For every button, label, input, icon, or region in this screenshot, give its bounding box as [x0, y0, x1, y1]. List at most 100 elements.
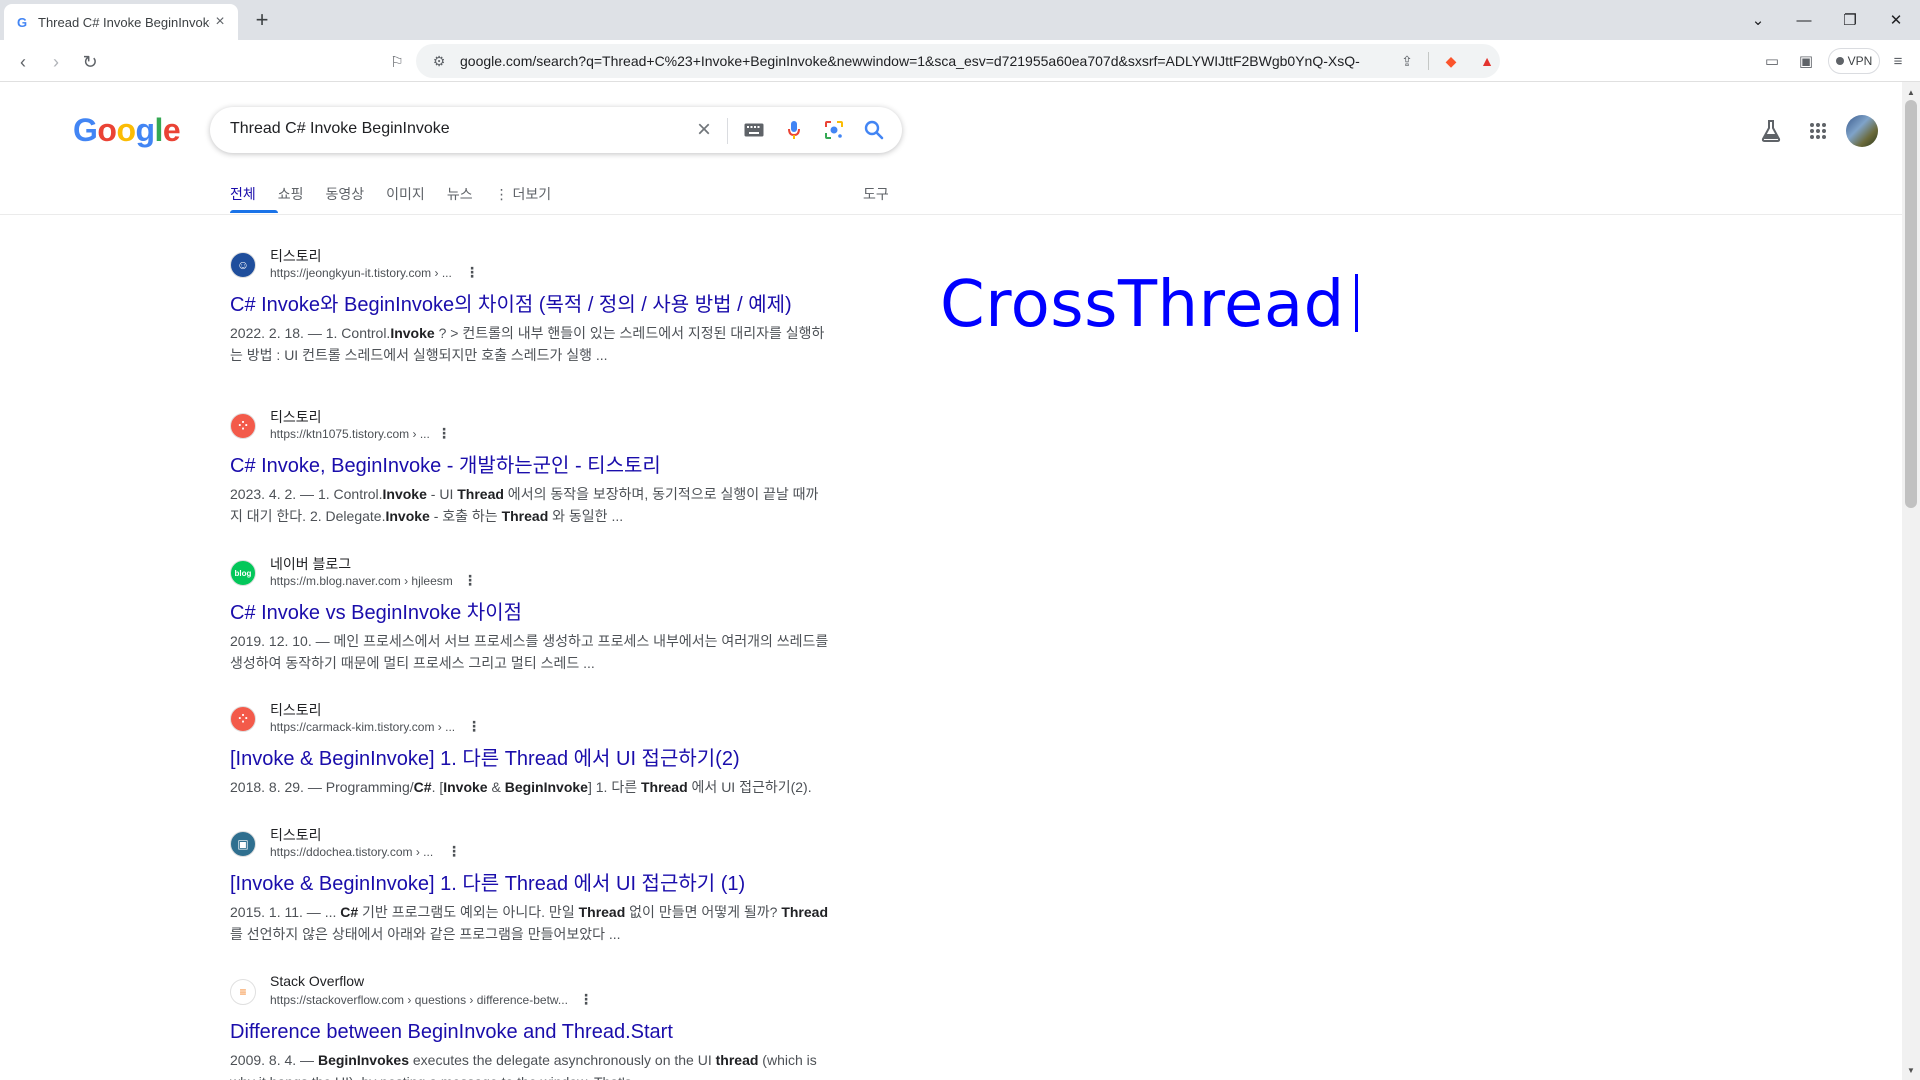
google-logo[interactable]: Google	[73, 112, 181, 149]
result-title-link[interactable]: [Invoke & BeginInvoke] 1. 다른 Thread 에서 U…	[230, 746, 830, 772]
browser-tab-active[interactable]: G Thread C# Invoke BeginInvoke ×	[4, 4, 238, 40]
result-snippet: 2019. 12. 10. — 메인 프로세스에서 서브 프로세스를 생성하고 …	[230, 633, 829, 671]
result-more-options-icon[interactable]: ⋮	[463, 572, 477, 588]
result-more-options-icon[interactable]: ⋮	[465, 264, 479, 280]
tab-shopping[interactable]: 쇼핑	[278, 184, 304, 204]
share-icon[interactable]: ⇪	[1396, 51, 1418, 71]
result-more-options-icon[interactable]: ⋮	[447, 843, 461, 859]
search-result: ≡ Stack Overflow https://stackoverflow.com…	[230, 973, 830, 1080]
address-bar[interactable]: ⚙ google.com/search?q=Thread+C%23+Invoke…	[416, 44, 1500, 78]
tab-news[interactable]: 뉴스	[447, 184, 473, 204]
result-site-name: 티스토리	[270, 702, 322, 718]
header-divider	[0, 214, 1902, 215]
lens-search-icon[interactable]	[822, 118, 846, 142]
result-url: https://m.blog.naver.com › hjleesm	[270, 574, 453, 588]
result-site-row[interactable]: blog 네이버 블로그 https://m.blog.naver.com › hj…	[230, 554, 830, 590]
search-tabs: 전체 쇼핑 동영상 이미지 뉴스 ⋮ 더보기	[230, 184, 573, 214]
result-title-link[interactable]: [Invoke & BeginInvoke] 1. 다른 Thread 에서 U…	[230, 871, 830, 897]
search-result: ▣ 티스토리 https://ddochea.tistory.com › ... ⋮ […	[230, 825, 830, 945]
result-title-link[interactable]: Difference between BeginInvoke and Threa…	[230, 1019, 830, 1045]
result-url: https://ktn1075.tistory.com › ...	[270, 427, 430, 441]
result-title-link[interactable]: C# Invoke vs BeginInvoke 차이점	[230, 600, 830, 626]
scroll-down-arrow[interactable]: ▼	[1902, 1062, 1920, 1078]
vpn-status-icon	[1835, 57, 1844, 65]
result-snippet: 2018. 8. 29. — Programming/C#. [Invoke &…	[230, 779, 812, 795]
keyboard-icon[interactable]	[742, 118, 766, 142]
result-title-link[interactable]: C# Invoke와 BeginInvoke의 차이점 (목적 / 정의 / 사…	[230, 292, 830, 318]
logo-letter: g	[135, 112, 155, 148]
result-site-row[interactable]: ⁘ 티스토리 https://ktn1075.tistory.com › ... ⋮	[230, 407, 830, 443]
browser-window: { "browser": { "tab_title": "Thread C# I…	[0, 0, 1920, 1080]
search-input[interactable]: Thread C# Invoke BeginInvoke	[230, 120, 450, 138]
search-result: ⁘ 티스토리 https://ktn1075.tistory.com › ... ⋮ C…	[230, 407, 830, 527]
text-caret	[1354, 274, 1358, 332]
result-site-row[interactable]: ≡ Stack Overflow https://stackoverflow.com…	[230, 973, 830, 1009]
result-more-options-icon[interactable]: ⋮	[579, 991, 593, 1007]
new-tab-button[interactable]: +	[250, 7, 274, 32]
account-avatar[interactable]	[1846, 115, 1878, 147]
vpn-button[interactable]: VPN	[1828, 48, 1880, 74]
logo-letter: o	[116, 112, 136, 148]
labs-flask-icon[interactable]	[1758, 118, 1784, 144]
tools-button[interactable]: 도구	[863, 184, 889, 204]
result-site-name: 티스토리	[270, 248, 322, 264]
result-title-link[interactable]: C# Invoke, BeginInvoke - 개발하는군인 - 티스토리	[230, 453, 830, 479]
overlay-text: CrossThread	[940, 268, 1358, 342]
wallet-icon[interactable]: ▣	[1794, 49, 1818, 73]
address-url[interactable]: google.com/search?q=Thread+C%23+Invoke+B…	[460, 53, 1360, 69]
close-window-button[interactable]: ✕	[1876, 6, 1916, 34]
tab-close-icon[interactable]: ×	[210, 12, 230, 32]
tab-all[interactable]: 전체	[230, 184, 256, 204]
search-icon[interactable]	[862, 118, 886, 142]
logo-letter: l	[154, 112, 164, 148]
logo-letter: G	[73, 112, 98, 148]
reload-button[interactable]: ↻	[77, 49, 103, 75]
brave-rewards-icon[interactable]: ▲	[1476, 51, 1498, 71]
minimize-button[interactable]: —	[1784, 6, 1824, 34]
menu-icon[interactable]: ≡	[1886, 49, 1910, 73]
result-url: https://carmack-kim.tistory.com › ...	[270, 720, 456, 734]
clear-search-icon[interactable]: ×	[692, 116, 716, 143]
search-box[interactable]: Thread C# Invoke BeginInvoke ×	[210, 107, 902, 153]
searchbox-divider	[727, 118, 728, 144]
result-more-options-icon[interactable]: ⋮	[437, 425, 451, 441]
site-favicon-icon: ▣	[230, 831, 256, 857]
result-snippet: 2023. 4. 2. — 1. Control.Invoke - UI Thr…	[230, 486, 819, 524]
site-info-icon[interactable]: ⚙	[428, 51, 450, 71]
vpn-label: VPN	[1847, 54, 1873, 68]
result-site-name: 티스토리	[270, 827, 322, 843]
brave-shields-icon[interactable]: ◆	[1440, 51, 1462, 71]
sidebar-icon[interactable]: ▭	[1760, 49, 1784, 73]
result-url: https://jeongkyun-it.tistory.com › ...	[270, 266, 452, 280]
result-snippet: 2022. 2. 18. — 1. Control.Invoke ? > 컨트롤…	[230, 325, 825, 363]
restore-button[interactable]: ❐	[1830, 6, 1870, 34]
result-more-options-icon[interactable]: ⋮	[467, 718, 481, 734]
tab-more[interactable]: ⋮ 더보기	[495, 184, 552, 204]
voice-search-icon[interactable]	[782, 118, 806, 142]
site-favicon-icon: ⁘	[230, 413, 256, 439]
tab-images[interactable]: 이미지	[386, 184, 425, 204]
result-site-row[interactable]: ▣ 티스토리 https://ddochea.tistory.com › ... ⋮	[230, 825, 830, 861]
tab-search-chevron-icon[interactable]: ⌄	[1738, 6, 1778, 34]
back-button[interactable]: ‹	[10, 49, 36, 75]
bookmark-icon[interactable]: ⚐	[384, 49, 410, 75]
site-favicon-icon: ☺	[230, 252, 256, 278]
search-result: ⁘ 티스토리 https://carmack-kim.tistory.com › .…	[230, 700, 830, 798]
search-result: blog 네이버 블로그 https://m.blog.naver.com › hj…	[230, 554, 830, 674]
active-tab-indicator	[230, 210, 278, 213]
result-site-name: 티스토리	[270, 409, 322, 425]
search-result: ☺ 티스토리 https://jeongkyun-it.tistory.com › …	[230, 246, 830, 366]
result-snippet: 2009. 8. 4. — BeginInvokes executes the …	[230, 1052, 817, 1080]
site-favicon-icon: blog	[230, 560, 256, 586]
browser-toolbar: ‹ › ↻ ⚐ ⚙ google.com/search?q=Thread+C%2…	[0, 40, 1920, 82]
result-site-row[interactable]: ⁘ 티스토리 https://carmack-kim.tistory.com › .…	[230, 700, 830, 736]
scrollbar-thumb[interactable]	[1905, 100, 1917, 508]
scroll-up-arrow[interactable]: ▲	[1902, 84, 1920, 100]
site-favicon-icon: ⁘	[230, 706, 256, 732]
google-apps-icon[interactable]	[1805, 118, 1831, 144]
result-site-row[interactable]: ☺ 티스토리 https://jeongkyun-it.tistory.com › …	[230, 246, 830, 282]
forward-button[interactable]: ›	[43, 49, 69, 75]
tab-title: Thread C# Invoke BeginInvoke	[38, 14, 210, 30]
logo-letter: e	[162, 112, 181, 148]
tab-videos[interactable]: 동영상	[326, 184, 365, 204]
